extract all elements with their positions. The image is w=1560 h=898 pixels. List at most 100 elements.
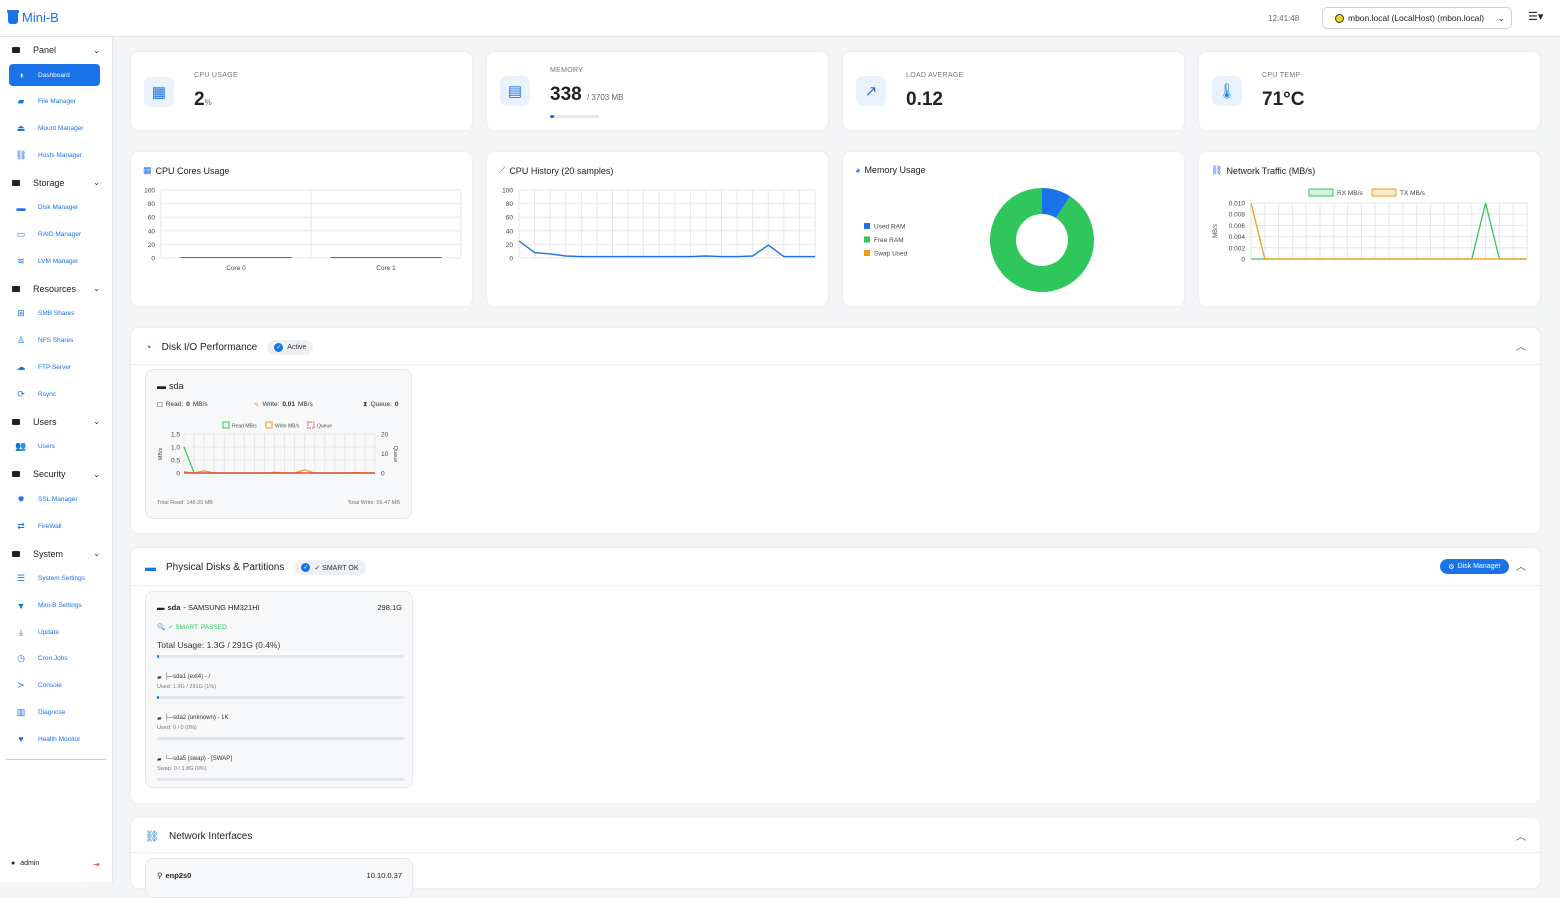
cpu-usage-card: ▦ CPU USAGE 2% [131,52,472,130]
smart-status-text: ✓ SMART: PASSED [168,624,227,631]
disk-model: - SAMSUNG HM321HI [183,603,260,612]
collapse-button[interactable]: ︿ [1516,338,1526,353]
status-badge-text: Active [287,344,307,351]
sidebar-item-ssl-manager[interactable]: ✹ SSL Manager [9,488,100,510]
disk-io-device: ▬ sda [157,381,184,391]
chevron-down-icon: ⌄ [93,284,100,294]
sidebar-item-diagnose[interactable]: ▥ Diagnose [9,701,100,723]
legend-label: Read MB/s [232,424,257,430]
gear-icon: ⚙ [1448,563,1455,571]
sidebar-item-label: File Manager [38,98,76,106]
smart-badge-text: ✓ SMART OK [314,564,359,572]
layers-icon: ≋ [17,255,25,266]
sidebar-item-ftp-server[interactable]: ☁ FTP Server [9,356,100,378]
y-tick-label: 0.002 [1229,245,1246,252]
cpu-temp-label: CPU TEMP [1262,72,1301,79]
sidebar-group-label: Security [33,469,66,480]
partition-label: ├─sda1 (ext4) - / [164,674,211,680]
memory-card: ▤ MEMORY 338 / 3703 MB [487,52,828,130]
sidebar-group-storage[interactable]: Storage ⌄ [12,178,102,188]
sidebar-item-label: Hosts Manager [38,151,83,159]
cpu-usage-value: 2% [194,89,212,111]
gauge-icon: ◔ [145,341,152,354]
sidebar-item-users[interactable]: 👥 Users [9,436,100,458]
partition-usage: Used: 1.3G / 291G (1%) [157,684,216,690]
interface-ip: 10.10.0.37 [366,871,402,880]
sidebar-group-panel[interactable]: Panel ⌄ [12,45,102,55]
legend-label: Used RAM [874,224,905,231]
legend-swatch [864,236,870,243]
queue-depth-label: Queue: [370,401,392,408]
write-rate-label: Write: [262,401,280,408]
sidebar-item-disk-manager[interactable]: ▬ Disk Manager [9,197,100,219]
clock-icon: ◷ [17,653,25,664]
total-write: Total Write: 59.47 MB [347,500,400,506]
menu-button[interactable]: ☰▾ [1528,10,1543,23]
sidebar-item-update[interactable]: ⤓ Update [9,621,100,643]
pen-icon: ✎ [254,402,260,409]
sidebar-item-rsync[interactable]: ⟳ Rsync [9,383,100,405]
memory-number: 338 [550,84,582,105]
y-tick-label: 1.5 [171,432,180,439]
sidebar-item-file-manager[interactable]: ▰ File Manager [9,91,100,113]
raid-icon: ▭ [16,229,26,239]
sidebar-item-mount-manager[interactable]: ⏏ Mount Manager [9,117,100,139]
y-tick-label: 20 [148,242,156,249]
sidebar-item-label: Update [38,628,59,636]
disk-manager-button[interactable]: ⚙ Disk Manager [1440,559,1509,574]
sidebar-group-resources[interactable]: Resources ⌄ [12,284,102,294]
collapse-button[interactable]: ︿ [1516,828,1526,843]
sidebar-item-console[interactable]: ≻ Console [9,675,100,697]
host-select[interactable]: mbon.local (LocalHost) (mbon.local) ⌄ [1322,7,1512,29]
sidebar-item-health-monitor[interactable]: ♥ Health Monitor [9,728,100,750]
network-interfaces-title: Network Interfaces [168,831,253,842]
sidebar: Panel ⌄ ◑ Dashboard ▰ File Manager ⏏ Mount Mana… [0,37,113,882]
square-icon: ☐ [157,402,163,409]
sidebar-item-system-settings[interactable]: ☰ System Settings [9,568,100,590]
collapse-button[interactable]: ︿ [1516,558,1526,573]
sidebar-item-cron-jobs[interactable]: ◷ Cron Jobs [9,648,100,670]
sidebar-item-firewall[interactable]: ⇄ FireWall [9,515,100,537]
sidebar-item-nfs-shares[interactable]: ♙ NFS Shares [9,330,100,352]
smart-status: 🔍 ✓ SMART: PASSED [157,623,227,631]
logout-button[interactable]: ⇥ [93,860,100,869]
folder-icon: ▰ [157,716,162,722]
user-info[interactable]: ● admin [11,860,39,867]
sidebar-group-users[interactable]: Users ⌄ [12,417,102,427]
y-tick-label: 0 [1241,257,1245,264]
sidebar-item-lvm-manager[interactable]: ≋ LVM Manager [9,250,100,272]
legend-label: Swap Used [874,251,908,258]
memory-label: MEMORY [550,67,584,74]
dashboard-icon: ◑ [18,70,24,80]
y-tick-label: 0.008 [1229,212,1246,219]
write-rate-unit: MB/s [297,401,313,408]
y-tick-label: 0.004 [1229,234,1246,241]
y-tick-label: 40 [148,228,156,235]
status-badge: ✓ Active [267,340,314,355]
user-name: admin [20,860,40,867]
sidebar-item-mini-b-settings[interactable]: ▼ Mini-B Settings [9,595,100,617]
certificate-icon: ✹ [17,493,25,504]
check-circle-icon: ✓ [274,343,284,352]
network-traffic-chart: 0.010 0.008 0.006 0.004 0.002 0 MB/s RX MB/s TX … [1213,188,1528,264]
disk-usage-text: Total Usage: 1.3G / 291G (0.4%) [157,640,281,650]
memory-progress-fill [550,115,555,118]
sidebar-item-raid-manager[interactable]: ▭ RAID Manager [9,224,100,246]
cpu-usage-unit: % [204,98,212,107]
pie-slice [990,188,1094,292]
top-bar: Mini-B 12:41:48 mbon.local (LocalHost) (… [0,0,1560,37]
legend-swatch [307,421,315,429]
sidebar-item-smb-shares[interactable]: ⊞ SMB Shares [9,303,100,325]
sidebar-item-label: LVM Manager [38,257,79,265]
sidebar-group-system[interactable]: System ⌄ [12,549,102,559]
disk-heading: ▬ sda - SAMSUNG HM321HI [157,603,260,612]
hamburger-icon: ☰▾ [1528,11,1544,23]
hdd-icon: ▬ [157,381,166,391]
sidebar-group-security[interactable]: Security ⌄ [12,469,102,479]
sidebar-item-dashboard[interactable]: ◑ Dashboard [9,64,100,86]
chevron-up-icon: ︿ [1516,562,1526,573]
sidebar-item-hosts-manager[interactable]: ⛓ Hosts Manager [9,144,100,166]
partition-name: ▰ ├─sda2 (unknown) - 1K [157,715,229,722]
y-tick-label: 100 [502,188,513,195]
app-logo[interactable]: Mini-B [7,9,59,25]
